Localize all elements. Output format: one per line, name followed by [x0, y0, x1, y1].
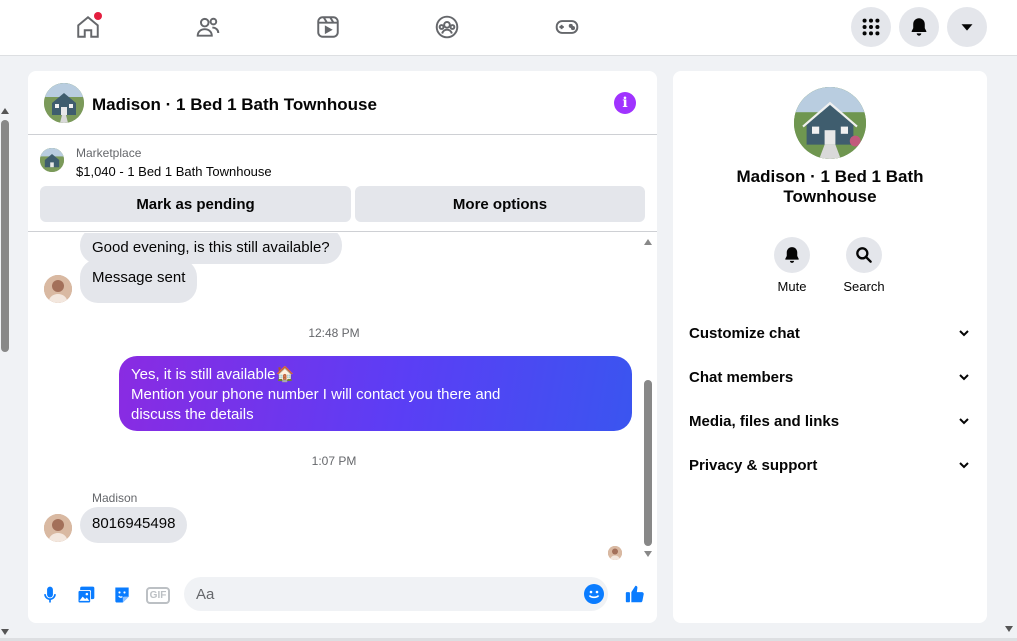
chevron-down-icon — [959, 462, 969, 469]
emoji-icon[interactable] — [584, 584, 604, 604]
video-icon[interactable] — [313, 12, 343, 42]
chat-scrollbar[interactable] — [642, 233, 654, 563]
search-label: Search — [843, 279, 885, 294]
mute-button[interactable]: Mute — [762, 237, 822, 294]
notification-dot — [94, 12, 102, 20]
section-media-files-links[interactable]: Media, files and links — [689, 403, 971, 439]
profile-name: Madison · 1 Bed 1 Bath Townhouse — [736, 167, 924, 206]
chevron-down-icon — [959, 330, 969, 337]
timestamp: 12:48 PM — [308, 326, 360, 340]
account-chevron-down-icon[interactable] — [947, 7, 987, 47]
thumbs-up-icon[interactable] — [623, 582, 647, 606]
sender-avatar[interactable] — [44, 514, 72, 542]
listing-avatar[interactable] — [44, 83, 84, 123]
conversation-info-panel: Madison · 1 Bed 1 Bath Townhouse Mute Se… — [673, 71, 987, 623]
page-scrollbar[interactable] — [0, 100, 10, 641]
groups-icon[interactable] — [432, 12, 462, 42]
message-composer: GIF — [28, 571, 657, 623]
marketplace-listing-bar: Marketplace $1,040 - 1 Bed 1 Bath Townho… — [28, 136, 657, 232]
chat-title[interactable]: Madison · 1 Bed 1 Bath Townhouse — [92, 95, 377, 115]
seen-avatar — [608, 546, 622, 560]
listing-thumbnail[interactable] — [40, 148, 64, 172]
section-customize-chat[interactable]: Customize chat — [689, 315, 971, 351]
mark-as-pending-button[interactable]: Mark as pending — [40, 186, 351, 222]
more-options-button[interactable]: More options — [355, 186, 645, 222]
sender-avatar[interactable] — [44, 275, 72, 303]
chevron-down-icon — [959, 374, 969, 381]
gaming-icon[interactable] — [552, 12, 582, 42]
outgoing-message[interactable]: Yes, it is still available🏠 Mention your… — [119, 356, 632, 431]
chevron-down-icon — [959, 418, 969, 425]
scroll-down-arrow[interactable] — [1, 629, 9, 635]
listing-price-title[interactable]: $1,040 - 1 Bed 1 Bath Townhouse — [76, 164, 272, 179]
search-button[interactable]: Search — [834, 237, 894, 294]
section-chat-members[interactable]: Chat members — [689, 359, 971, 395]
page-scroll-down-arrow[interactable] — [1005, 626, 1013, 632]
top-navigation-bar — [0, 0, 1017, 56]
incoming-message[interactable]: 8016945498 — [80, 507, 188, 543]
chat-scroll-thumb[interactable] — [644, 380, 652, 546]
search-icon[interactable] — [846, 237, 882, 273]
info-icon[interactable]: i — [614, 92, 636, 114]
listing-source: Marketplace — [76, 146, 142, 160]
section-privacy-support[interactable]: Privacy & support — [689, 447, 971, 483]
profile-avatar[interactable] — [794, 87, 866, 159]
photo-icon[interactable] — [75, 584, 97, 606]
outgoing-line: Yes, it is still available🏠 — [131, 366, 295, 383]
timestamp: 1:07 PM — [311, 454, 357, 468]
bell-icon[interactable] — [899, 7, 939, 47]
message-thread[interactable]: Good evening, is this still available? M… — [28, 233, 657, 563]
menu-grid-icon[interactable] — [851, 7, 891, 47]
microphone-icon[interactable] — [39, 584, 61, 606]
gif-icon[interactable]: GIF — [145, 584, 171, 606]
bell-icon[interactable] — [774, 237, 810, 273]
outgoing-line: discuss the details — [131, 406, 254, 423]
chat-panel: Madison · 1 Bed 1 Bath Townhouse i Marke… — [28, 71, 657, 623]
mute-label: Mute — [777, 279, 807, 294]
sticker-icon[interactable] — [111, 584, 133, 606]
scroll-up-arrow[interactable] — [1, 108, 9, 114]
incoming-message[interactable]: Message sent — [80, 259, 198, 303]
sender-name: Madison — [92, 491, 138, 505]
chat-scroll-down-arrow[interactable] — [644, 551, 652, 557]
friends-icon[interactable] — [193, 12, 223, 42]
outgoing-line: Mention your phone number I will contact… — [131, 386, 501, 403]
scroll-thumb[interactable] — [1, 120, 9, 352]
home-icon[interactable] — [73, 12, 103, 42]
message-input[interactable] — [184, 577, 608, 611]
chat-scroll-up-arrow[interactable] — [644, 239, 652, 245]
chat-header: Madison · 1 Bed 1 Bath Townhouse i — [28, 71, 657, 135]
